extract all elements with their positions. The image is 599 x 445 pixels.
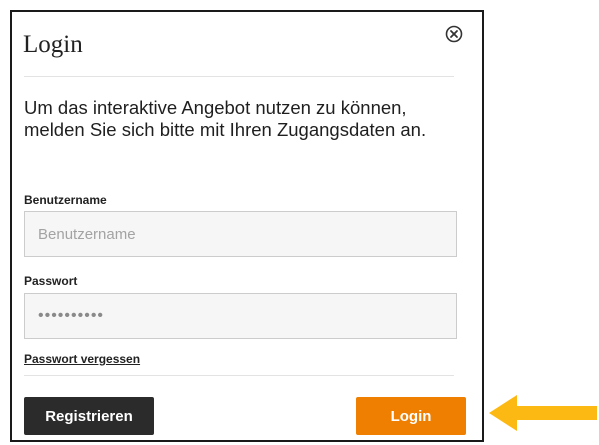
arrow-left-icon (489, 393, 597, 433)
close-icon[interactable] (444, 24, 464, 44)
intro-text: Um das interaktive Angebot nutzen zu kön… (24, 97, 427, 140)
username-label: Benutzername (24, 193, 107, 207)
password-input[interactable]: •••••••••• (24, 293, 457, 339)
password-label: Passwort (24, 274, 78, 288)
dialog-title: Login (23, 31, 83, 58)
username-input[interactable] (24, 211, 457, 257)
login-button[interactable]: Login (356, 397, 466, 435)
title-divider (24, 76, 454, 77)
register-button[interactable]: Registrieren (24, 397, 154, 435)
footer-divider (24, 375, 454, 376)
forgot-password-link[interactable]: Passwort vergessen (24, 352, 140, 366)
